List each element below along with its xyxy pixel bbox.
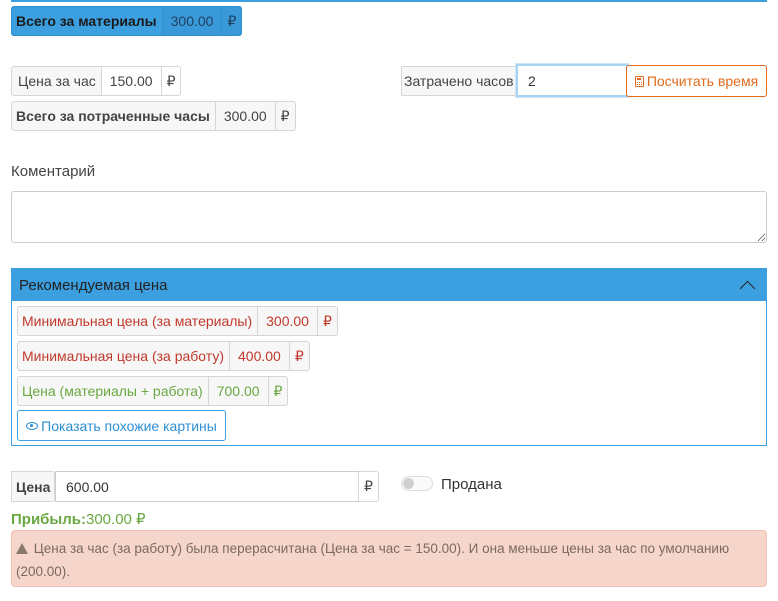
hours-spent-label: Затрачено часов <box>401 66 518 96</box>
min-materials-label: Минимальная цена (за материалы) <box>17 306 259 336</box>
combined-price-group: Цена (материалы + работа) 700.00 ₽ <box>17 376 289 406</box>
alert-text-line1: Цена за час (за работу) была перерасчита… <box>33 541 730 556</box>
show-similar-label: Показать похожие картины <box>41 417 217 434</box>
recommended-price-header[interactable]: Рекомендуемая цена <box>12 269 766 301</box>
hours-total-group: Всего за потраченные часы 300.00 ₽ <box>11 101 296 131</box>
materials-total-value: 300.00 <box>162 6 223 36</box>
recommended-price-title: Рекомендуемая цена <box>19 276 168 294</box>
sold-label: Продана <box>441 476 502 493</box>
min-materials-currency: ₽ <box>317 306 338 336</box>
hours-total-label: Всего за потраченные часы <box>11 101 216 131</box>
price-currency-group: ₽ <box>358 471 379 502</box>
hourly-price-currency: ₽ <box>161 66 182 96</box>
min-materials-group: Минимальная цена (за материалы) 300.00 ₽ <box>17 306 338 336</box>
top-border-line <box>11 0 767 2</box>
min-materials-value: 300.00 <box>258 306 318 336</box>
sold-toggle[interactable] <box>401 476 433 491</box>
calculate-time-label: Посчитать время <box>646 73 759 89</box>
min-work-group: Минимальная цена (за работу) 400.00 ₽ <box>17 341 310 371</box>
calculator-icon <box>634 75 644 87</box>
eye-icon <box>26 421 39 430</box>
hourly-price-group: Цена за час 150.00 ₽ <box>11 66 182 96</box>
calculate-time-button[interactable]: Посчитать время <box>626 65 767 97</box>
price-label: Цена <box>11 471 56 502</box>
min-work-label: Минимальная цена (за работу) <box>17 341 231 371</box>
hourly-price-value: 150.00 <box>101 66 162 96</box>
warning-icon <box>16 543 28 554</box>
materials-total-label: Всего за материалы <box>11 6 163 36</box>
show-similar-button[interactable]: Показать похожие картины <box>17 410 226 441</box>
warning-alert: Цена за час (за работу) была перерасчита… <box>11 530 767 587</box>
combined-price-currency: ₽ <box>268 376 289 406</box>
sold-toggle-knob <box>403 478 414 489</box>
price-group: Цена <box>11 471 56 502</box>
materials-total-group: Всего за материалы 300.00 ₽ <box>11 6 243 36</box>
chevron-up-icon[interactable] <box>739 280 756 296</box>
profit-value: 300.00 ₽ <box>86 511 146 528</box>
profit-line: Прибыль:300.00 ₽ <box>11 510 146 528</box>
hours-total-value: 300.00 <box>215 101 276 131</box>
hourly-price-label: Цена за час <box>11 66 102 96</box>
price-currency: ₽ <box>358 471 379 502</box>
combined-price-label: Цена (материалы + работа) <box>17 376 209 406</box>
alert-text-line2: (200.00). <box>16 564 71 579</box>
min-work-currency: ₽ <box>289 341 310 371</box>
min-work-value: 400.00 <box>230 341 290 371</box>
hours-spent-group: Затрачено часов <box>401 66 518 96</box>
comment-textarea[interactable] <box>11 191 767 243</box>
profit-label: Прибыль: <box>11 511 86 528</box>
comment-label: Коментарий <box>11 163 96 180</box>
hours-total-currency: ₽ <box>275 101 296 131</box>
materials-total-currency: ₽ <box>222 6 243 36</box>
combined-price-value: 700.00 <box>208 376 269 406</box>
hours-spent-input[interactable] <box>516 64 628 97</box>
price-input[interactable] <box>55 471 359 502</box>
